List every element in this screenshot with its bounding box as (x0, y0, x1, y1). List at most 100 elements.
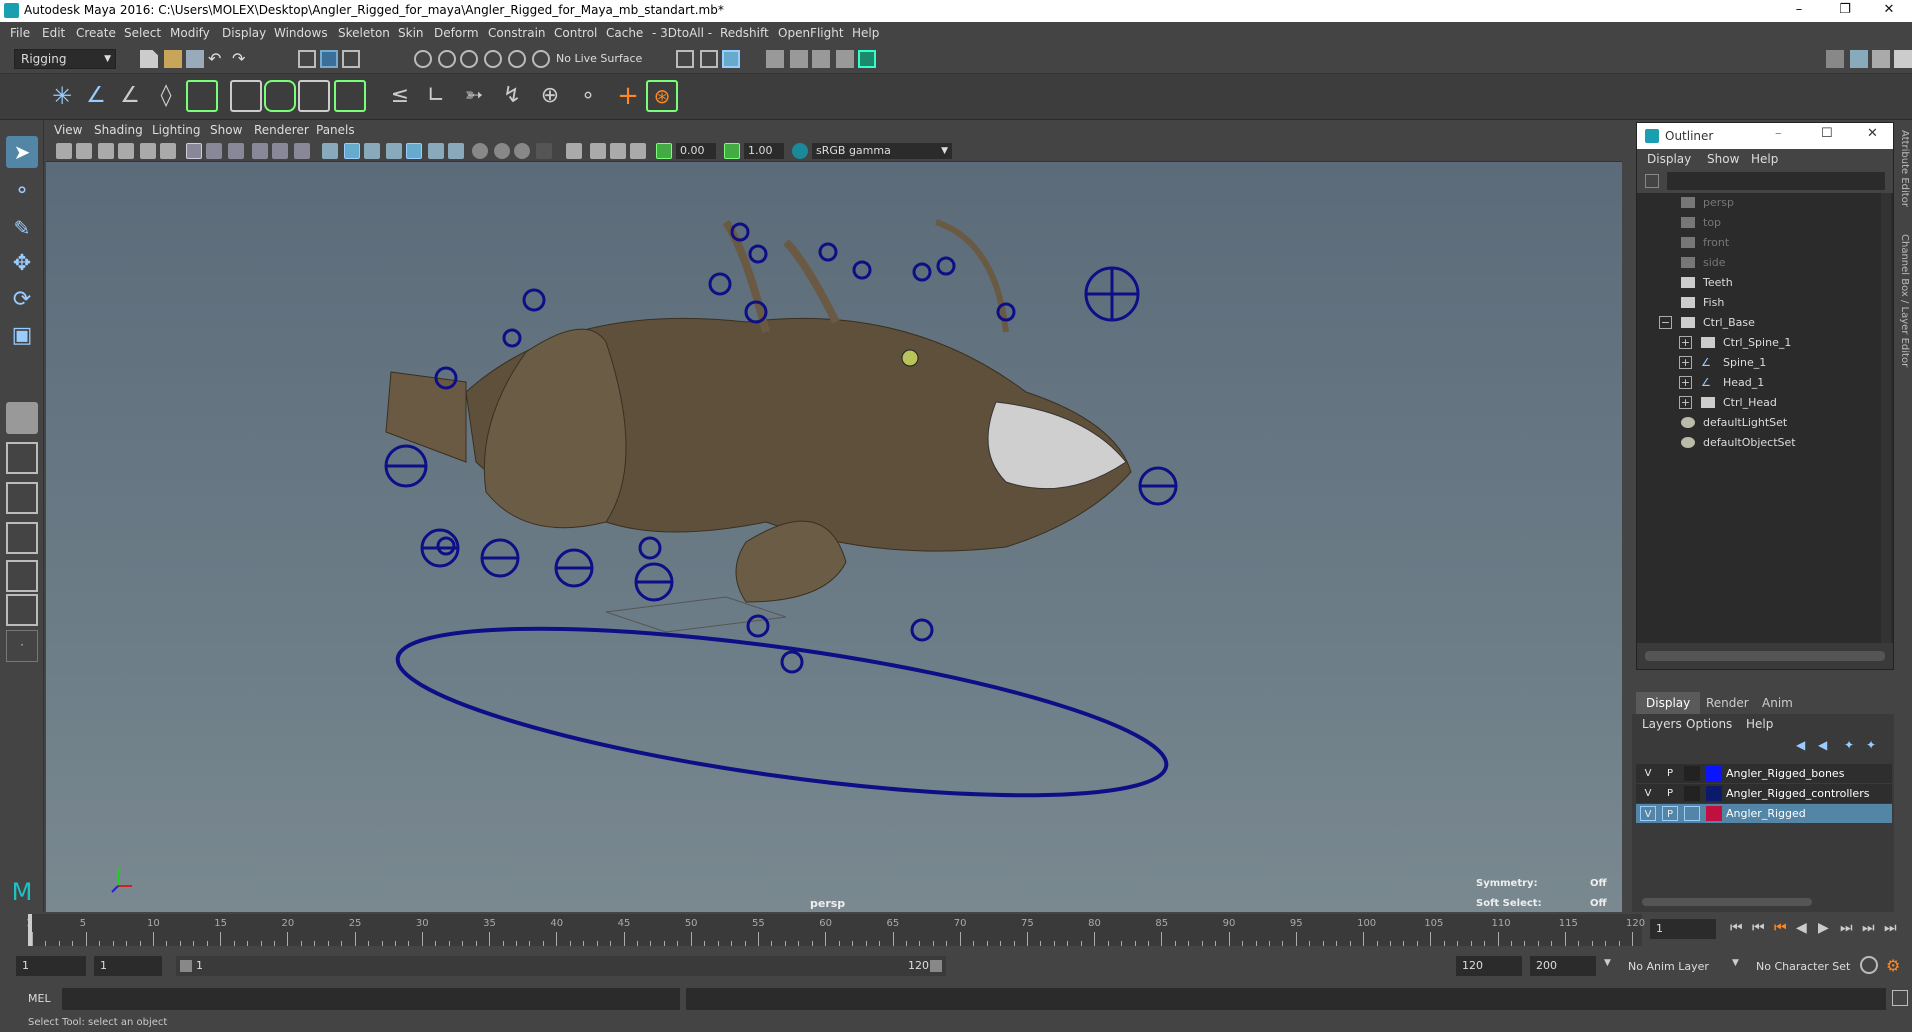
playback-end-field[interactable]: 120 (1456, 956, 1522, 976)
layer-visibility-toggle[interactable]: V (1640, 766, 1656, 781)
layer-visibility-toggle[interactable]: V (1640, 786, 1656, 801)
auto-key-icon[interactable] (1860, 956, 1878, 974)
base-controller-ring[interactable] (389, 595, 1175, 830)
film-gate-icon[interactable] (206, 143, 222, 159)
channel-box-toggle-icon[interactable] (1894, 50, 1912, 68)
current-time-marker[interactable] (28, 914, 32, 946)
menu-help[interactable]: Help (852, 26, 879, 40)
outliner-horizontal-scrollbar[interactable] (1645, 651, 1885, 661)
layer-type-toggle[interactable] (1684, 806, 1700, 821)
grid-toggle-icon[interactable] (186, 143, 202, 159)
move-tool-icon[interactable]: ✥ (6, 248, 38, 280)
tool-settings-toggle-icon[interactable] (1872, 50, 1890, 68)
vp-menu-panels[interactable]: Panels (316, 123, 355, 137)
pelvic-controller[interactable] (780, 650, 804, 674)
new-scene-icon[interactable] (140, 50, 158, 68)
anim-layer-dropdown[interactable]: No Anim Layer (1628, 960, 1709, 973)
smooth-shade-icon[interactable] (344, 143, 360, 159)
2d-pan-zoom-icon[interactable] (140, 143, 156, 159)
tab-anim[interactable]: Anim (1752, 692, 1803, 714)
point-constraint-icon[interactable]: + (612, 80, 644, 112)
playback-start-field[interactable]: 1 (94, 956, 162, 976)
channel-box-tab[interactable]: Channel Box / Layer Editor (1899, 234, 1910, 367)
menu-constrain[interactable]: Constrain (488, 26, 546, 40)
snap-magnet-icon[interactable] (532, 50, 550, 68)
outliner-vertical-scrollbar[interactable] (1881, 193, 1891, 643)
more-layouts-icon[interactable]: · (6, 630, 38, 662)
outliner-menu-help[interactable]: Help (1751, 152, 1778, 166)
menu-skeleton[interactable]: Skeleton (338, 26, 390, 40)
new-layer-selected-icon[interactable]: ✦ (1866, 738, 1880, 752)
menu-select[interactable]: Select (124, 26, 161, 40)
expand-icon[interactable]: + (1679, 396, 1692, 409)
spine-controller[interactable] (522, 288, 546, 312)
layer-playback-toggle[interactable]: P (1662, 806, 1678, 821)
preferences-icon[interactable]: ⚙ (1886, 956, 1900, 975)
wireframe-icon[interactable] (322, 143, 338, 159)
wireframe-on-shaded-icon[interactable] (364, 143, 380, 159)
layer-row-angler-rigged[interactable]: V P Angler_Rigged (1636, 804, 1892, 823)
layer-horizontal-scrollbar[interactable] (1642, 898, 1812, 906)
textured-icon[interactable] (386, 143, 402, 159)
menu-skin[interactable]: Skin (398, 26, 424, 40)
range-end-handle[interactable] (930, 960, 942, 972)
step-back-key-icon[interactable]: ⏮ (1752, 920, 1765, 936)
ipr-render-icon[interactable] (812, 50, 830, 68)
vp-menu-shading[interactable]: Shading (94, 123, 143, 137)
menu-file[interactable]: File (10, 26, 30, 40)
time-slider-track[interactable]: 1510152025303540455055606570758085909510… (26, 914, 1645, 946)
layer-color-swatch[interactable] (1706, 806, 1722, 821)
lasso-tool-icon[interactable]: ⚬ (6, 174, 38, 206)
redo-icon[interactable]: ↷ (232, 50, 250, 68)
four-view-layout-icon[interactable] (6, 442, 38, 474)
outliner-menu-display[interactable]: Display (1647, 152, 1691, 166)
expand-icon[interactable]: + (1679, 356, 1692, 369)
layer-playback-toggle[interactable]: P (1662, 766, 1678, 781)
lure-controller[interactable] (852, 260, 872, 280)
select-hierarchy-icon[interactable] (298, 50, 316, 68)
layer-row-controllers[interactable]: V P Angler_Rigged_controllers (1636, 784, 1892, 803)
fin-tip-controller[interactable] (638, 536, 662, 560)
persp-graph-layout-icon[interactable] (6, 522, 38, 554)
layer-row-bones[interactable]: V P Angler_Rigged_bones (1636, 764, 1892, 783)
spine-controller[interactable] (502, 328, 522, 348)
expand-icon[interactable]: + (1679, 376, 1692, 389)
blend-shape-icon[interactable]: ➳ (458, 80, 490, 112)
vp-menu-show[interactable]: Show (210, 123, 242, 137)
undo-icon[interactable]: ↶ (208, 50, 226, 68)
ik-handle-icon[interactable] (186, 80, 218, 112)
hypershade-layout-icon[interactable] (6, 560, 38, 592)
range-start-handle[interactable] (180, 960, 192, 972)
gate-mask-icon[interactable] (252, 143, 268, 159)
menu-modify[interactable]: Modify (170, 26, 210, 40)
outliner-minimize-button[interactable]: – (1775, 126, 1782, 141)
expand-icon[interactable]: + (1679, 336, 1692, 349)
exposure-icon[interactable] (656, 143, 672, 159)
ambient-occlusion-icon[interactable] (472, 143, 488, 159)
minimize-button[interactable]: – (1776, 0, 1822, 22)
aim-constraint-icon[interactable]: ⊛ (646, 80, 678, 112)
shadows-icon[interactable] (428, 143, 444, 159)
pelvic-controller[interactable] (746, 614, 770, 638)
filter-icon[interactable] (1645, 174, 1659, 188)
wrap-deformer-icon[interactable]: ⊕ (534, 80, 566, 112)
cluster-icon[interactable]: ≤ (384, 80, 416, 112)
render-frame-icon[interactable] (790, 50, 808, 68)
image-plane-icon[interactable] (118, 143, 134, 159)
layer-color-swatch[interactable] (1706, 766, 1722, 781)
select-tool-icon[interactable]: ➤ (6, 136, 38, 168)
menu-3dtoall[interactable]: - 3DtoAll - (652, 26, 712, 40)
snap-point-icon[interactable] (460, 50, 478, 68)
menu-edit[interactable]: Edit (42, 26, 65, 40)
bookmark-icon[interactable] (98, 143, 114, 159)
menu-control[interactable]: Control (554, 26, 597, 40)
move-layer-down-icon[interactable]: ◀ (1818, 738, 1832, 752)
outliner-search-input[interactable] (1667, 172, 1885, 190)
anti-aliasing-icon[interactable] (514, 143, 530, 159)
animation-start-field[interactable]: 1 (16, 956, 86, 976)
single-view-layout-icon[interactable] (6, 402, 38, 434)
new-layer-icon[interactable]: ✦ (1844, 738, 1858, 752)
tab-display[interactable]: Display (1636, 692, 1701, 714)
resolution-gate-icon[interactable] (228, 143, 244, 159)
rotate-tool-icon[interactable]: ⟳ (6, 284, 38, 316)
